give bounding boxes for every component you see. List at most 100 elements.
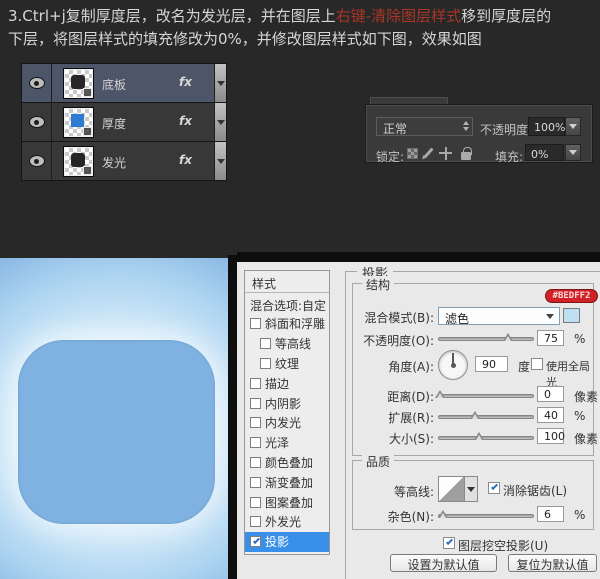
- style-item-color-overlay[interactable]: 颜色叠加: [245, 453, 329, 473]
- knockout-checkbox[interactable]: [443, 537, 455, 549]
- style-item-drop-shadow[interactable]: 投影: [245, 531, 329, 552]
- distance-slider[interactable]: [438, 394, 534, 398]
- size-slider[interactable]: [438, 436, 534, 440]
- visibility-toggle[interactable]: [22, 64, 52, 102]
- lock-paint-brush-icon[interactable]: [423, 147, 434, 159]
- global-light-checkbox[interactable]: [531, 358, 543, 370]
- noise-slider-thumb[interactable]: [438, 510, 448, 518]
- fill-dropdown-button[interactable]: [565, 144, 581, 161]
- angle-dial[interactable]: [438, 350, 468, 380]
- fx-icon[interactable]: fx: [179, 153, 192, 167]
- antialias-checkbox[interactable]: [488, 482, 500, 494]
- style-item-inner-shadow[interactable]: 内阴影: [245, 393, 329, 413]
- fx-collapse-strip[interactable]: [214, 64, 226, 102]
- checkbox[interactable]: [250, 397, 261, 409]
- shadow-color-swatch[interactable]: [563, 308, 580, 323]
- blend-mode-value: 正常: [383, 122, 408, 136]
- lock-transparency-icon[interactable]: [407, 147, 418, 159]
- checkbox[interactable]: [250, 516, 261, 528]
- shadow-opacity-value[interactable]: 75: [537, 330, 564, 346]
- layer-row-diban[interactable]: 底板 fx: [22, 64, 226, 103]
- visibility-toggle[interactable]: [22, 142, 52, 180]
- distance-unit: 像素: [574, 390, 599, 404]
- checkbox[interactable]: [250, 437, 261, 449]
- knockout-label: 图层挖空投影(U): [458, 539, 549, 553]
- spread-unit: %: [574, 409, 586, 423]
- checkbox[interactable]: [250, 377, 261, 389]
- shadow-opacity-label: 不透明度(O):: [363, 334, 434, 348]
- checkbox-checked[interactable]: [250, 536, 261, 548]
- layer-style-dialog: 投影 样式 混合选项:自定 斜面和浮雕 等高线 纹理 描边 内阴影 内发光 光泽…: [237, 262, 600, 579]
- opacity-slider-thumb[interactable]: [503, 333, 513, 341]
- fx-collapse-strip[interactable]: [214, 103, 226, 141]
- spread-slider[interactable]: [438, 415, 534, 419]
- check-icon: [252, 537, 260, 545]
- fx-icon[interactable]: fx: [179, 75, 192, 89]
- make-default-button[interactable]: 设置为默认值: [390, 554, 497, 572]
- distance-value[interactable]: 0: [537, 386, 564, 402]
- chevron-down-icon: [467, 486, 475, 492]
- styles-list: 样式 混合选项:自定 斜面和浮雕 等高线 纹理 描边 内阴影 内发光 光泽 颜色…: [244, 270, 330, 555]
- layer-thumbnail[interactable]: [64, 69, 93, 98]
- blend-mode-select[interactable]: 正常: [376, 117, 473, 136]
- opacity-dropdown-button[interactable]: [565, 117, 581, 136]
- layer-name[interactable]: 底板: [102, 76, 126, 93]
- thumbnail-shape: [71, 114, 84, 127]
- checkbox[interactable]: [260, 357, 271, 369]
- checkbox[interactable]: [250, 456, 261, 468]
- vector-mask-icon: [83, 127, 92, 136]
- visibility-toggle[interactable]: [22, 103, 52, 141]
- checkbox[interactable]: [250, 496, 261, 508]
- size-slider-thumb[interactable]: [474, 432, 484, 440]
- distance-slider-thumb[interactable]: [435, 390, 445, 398]
- checkbox[interactable]: [250, 417, 261, 429]
- instruction-line1-part1: 3.Ctrl+j复制厚度层，改名为发光层，并在图层上: [8, 7, 336, 25]
- style-item-gradient-overlay[interactable]: 渐变叠加: [245, 472, 329, 492]
- fill-value[interactable]: 0%: [525, 144, 564, 161]
- fx-icon[interactable]: fx: [179, 114, 192, 128]
- vector-mask-icon: [83, 166, 92, 175]
- lock-all-icon[interactable]: [461, 146, 472, 160]
- shadow-blend-mode-value: 滤色: [445, 312, 470, 326]
- reset-default-button[interactable]: 复位为默认值: [508, 554, 597, 572]
- opacity-value[interactable]: 100%: [528, 117, 565, 136]
- antialias-label: 消除锯齿(L): [503, 484, 568, 498]
- style-item-texture[interactable]: 纹理: [245, 354, 329, 374]
- style-item-satin[interactable]: 光泽: [245, 433, 329, 453]
- style-item-label: 等高线: [275, 337, 312, 352]
- noise-value[interactable]: 6: [537, 506, 564, 522]
- check-icon: [445, 537, 453, 546]
- noise-slider[interactable]: [438, 514, 534, 518]
- contour-dropdown-button[interactable]: [465, 476, 478, 502]
- opacity-slider[interactable]: [438, 337, 534, 341]
- spread-value[interactable]: 40: [537, 407, 564, 423]
- blend-mode-label: 混合模式(B):: [364, 311, 434, 325]
- layer-row-houdu[interactable]: 厚度 fx: [22, 103, 226, 142]
- layer-name[interactable]: 厚度: [102, 115, 126, 132]
- blending-options-item[interactable]: 混合选项:自定: [245, 293, 329, 314]
- layer-thumbnail[interactable]: [64, 147, 93, 176]
- angle-value[interactable]: 90: [475, 356, 508, 372]
- layer-name[interactable]: 发光: [102, 154, 126, 171]
- style-item-bevel[interactable]: 斜面和浮雕: [245, 314, 329, 334]
- thumbnail-shape: [71, 75, 85, 89]
- style-item-pattern-overlay[interactable]: 图案叠加: [245, 492, 329, 512]
- style-item-label: 渐变叠加: [265, 475, 314, 490]
- canvas-preview: [0, 258, 228, 579]
- layer-row-faguang[interactable]: 发光 fx: [22, 142, 226, 181]
- size-value[interactable]: 100: [537, 428, 565, 444]
- layer-thumbnail[interactable]: [64, 108, 93, 137]
- checkbox[interactable]: [250, 318, 261, 330]
- checkbox[interactable]: [250, 476, 261, 488]
- contour-thumbnail[interactable]: [438, 476, 465, 502]
- fx-collapse-strip[interactable]: [214, 142, 226, 180]
- shadow-blend-mode-select[interactable]: 滤色: [438, 307, 560, 326]
- style-item-stroke[interactable]: 描边: [245, 373, 329, 393]
- checkbox[interactable]: [260, 338, 271, 350]
- style-item-inner-glow[interactable]: 内发光: [245, 413, 329, 433]
- lock-move-icon[interactable]: [439, 146, 452, 160]
- style-item-contour[interactable]: 等高线: [245, 334, 329, 354]
- spread-slider-thumb[interactable]: [470, 411, 480, 419]
- layers-panel: 底板 fx 厚度 fx 发光 fx: [21, 63, 227, 181]
- style-item-outer-glow[interactable]: 外发光: [245, 512, 329, 532]
